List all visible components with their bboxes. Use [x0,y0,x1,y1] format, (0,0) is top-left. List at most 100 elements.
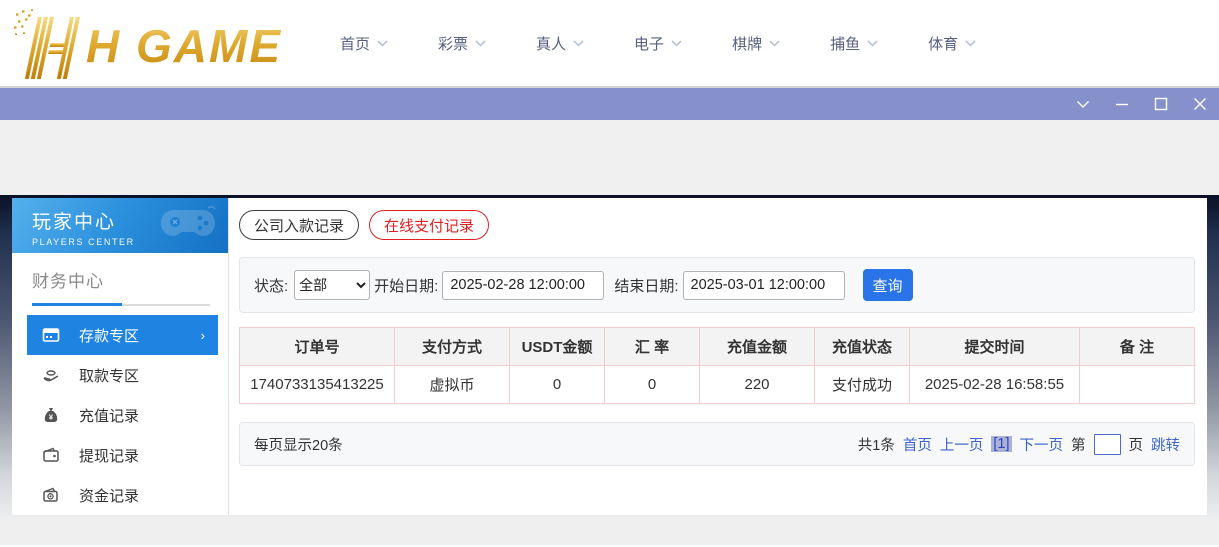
deposit-card-icon [42,328,60,342]
tab-online-payment-records[interactable]: 在线支付记录 [369,210,490,240]
page-jump-input[interactable] [1093,433,1121,455]
nav-item-lottery[interactable]: 彩票 [438,33,486,54]
nav-item-cards[interactable]: 棋牌 [732,33,780,54]
status-label: 状态: [254,277,289,295]
chevron-down-icon [475,39,486,47]
chevron-down-icon [573,39,584,47]
start-date-input[interactable] [442,270,605,300]
jump-suffix-text: 页 [1128,437,1144,454]
nav-item-sports[interactable]: 体育 [928,33,976,54]
first-page-link[interactable]: 首页 [903,434,932,455]
cell-usdt-amount: 0 [509,365,605,404]
chevron-down-icon [377,39,388,47]
sidebar-item-deposit-zone[interactable]: 存款专区 › [27,315,218,355]
section-underline [32,303,210,306]
nav-label: 真人 [536,35,567,53]
sidebar-item-label: 资金记录 [79,487,140,505]
recharge-bag-icon: ¥ [44,408,58,422]
cell-payment-method: 虚拟币 [394,365,510,404]
minimize-icon[interactable] [1113,95,1131,113]
col-remark: 备 注 [1079,327,1195,366]
sidebar-menu: 存款专区 › 取款专区 ¥ 充值记录 提现记录 资金记录 [27,315,218,515]
current-page-indicator: [1] [991,436,1012,452]
records-table: 订单号 支付方式 USDT金额 汇 率 充值金额 充值状态 提交时间 备 注 1… [239,327,1195,404]
tab-company-deposit-records[interactable]: 公司入款记录 [239,210,360,240]
prev-page-link[interactable]: 上一页 [940,434,984,455]
cell-exchange-rate: 0 [604,365,700,404]
col-order-no: 订单号 [239,327,395,366]
table-row: 1740733135413225 虚拟币 0 0 220 支付成功 2025-0… [239,365,1195,404]
chevron-down-icon [769,39,780,47]
chevron-down-icon [965,39,976,47]
nav-label: 电子 [634,35,665,53]
nav-item-fishing[interactable]: 捕鱼 [830,33,878,54]
sidebar-item-label: 取款专区 [79,367,140,385]
col-recharge-status: 充值状态 [814,327,910,366]
cell-remark [1079,365,1195,404]
sidebar-section: 财务中心 [12,253,228,306]
end-date-label: 结束日期: [614,277,679,295]
col-exchange-rate: 汇 率 [604,327,700,366]
end-date-input[interactable] [682,270,845,300]
sidebar-item-funds-records[interactable]: 资金记录 [27,475,218,515]
page-footer [0,517,1219,545]
status-select[interactable]: 全部 [294,270,371,300]
section-underline-accent [32,303,122,306]
maximize-icon[interactable] [1152,95,1170,113]
nav-label: 棋牌 [732,35,763,53]
sidebar: 玩家中心 PLAYERS CENTER 财务中心 存款专区 › 取款专区 ¥ 充… [12,198,229,515]
main-content: 公司入款记录 在线支付记录 状态: 全部 开始日期: 结束日期: 查询 [229,198,1207,515]
col-recharge-amount: 充值金额 [699,327,815,366]
sidebar-item-label: 存款专区 [79,327,140,345]
sidebar-subtitle: PLAYERS CENTER [32,237,135,247]
sidebar-item-withdraw-records[interactable]: 提现记录 [27,435,218,475]
sidebar-item-recharge-records[interactable]: ¥ 充值记录 [27,395,218,435]
filter-bar: 状态: 全部 开始日期: 结束日期: 查询 [239,257,1195,313]
withdraw-hand-icon [43,370,59,382]
table-header-row: 订单号 支付方式 USDT金额 汇 率 充值金额 充值状态 提交时间 备 注 [239,327,1195,366]
per-page-text: 每页显示20条 [254,437,343,454]
jump-link[interactable]: 跳转 [1151,434,1180,455]
col-submit-time: 提交时间 [909,327,1080,366]
nav-label: 捕鱼 [830,35,861,53]
sidebar-item-label: 提现记录 [79,447,140,465]
sidebar-item-label: 充值记录 [79,407,140,425]
top-header: H GAME 首页 彩票 真人 电子 棋牌 捕鱼 体育 [0,0,1219,88]
chevron-down-icon[interactable] [1074,95,1092,113]
sidebar-section-title: 财务中心 [32,272,104,291]
total-count-text: 共1条 [857,437,895,454]
pagination-bar: 每页显示20条 共1条 首页 上一页 [1] 下一页 第 页 跳转 [239,422,1195,466]
nav-label: 首页 [340,35,371,53]
nav-label: 彩票 [438,35,469,53]
sidebar-item-withdraw-zone[interactable]: 取款专区 [27,355,218,395]
cell-submit-time: 2025-02-28 16:58:55 [909,365,1080,404]
logo-text: H GAME [86,11,282,81]
window-titlebar [0,88,1219,120]
pagination-controls: 共1条 首页 上一页 [1] 下一页 第 页 跳转 [857,433,1180,455]
cell-recharge-amount: 220 [699,365,815,404]
brand-logo[interactable]: H GAME [12,5,284,81]
player-center-panel: 玩家中心 PLAYERS CENTER 财务中心 存款专区 › 取款专区 ¥ 充… [12,198,1207,515]
main-nav: 首页 彩票 真人 电子 棋牌 捕鱼 体育 [340,33,976,54]
sidebar-header: 玩家中心 PLAYERS CENTER [12,198,228,253]
nav-item-home[interactable]: 首页 [340,33,388,54]
nav-label: 体育 [928,35,959,53]
col-payment-method: 支付方式 [394,327,510,366]
nav-item-live[interactable]: 真人 [536,33,584,54]
col-usdt-amount: USDT金额 [509,327,605,366]
funds-bag-icon [43,487,58,502]
chevron-down-icon [867,39,878,47]
next-page-link[interactable]: 下一页 [1020,434,1064,455]
cell-order-no: 1740733135413225 [239,365,395,404]
chevron-right-icon: › [200,327,205,343]
nav-item-slots[interactable]: 电子 [634,33,682,54]
record-tabs: 公司入款记录 在线支付记录 [239,210,1195,240]
start-date-label: 开始日期: [374,277,439,295]
wallet-icon [43,447,59,462]
content-band: 玩家中心 PLAYERS CENTER 财务中心 存款专区 › 取款专区 ¥ 充… [0,195,1219,517]
page-spacer [0,120,1219,195]
close-icon[interactable] [1191,95,1209,113]
logo-stripes-icon [14,9,80,79]
query-button[interactable]: 查询 [862,269,913,301]
cell-recharge-status: 支付成功 [814,365,910,404]
